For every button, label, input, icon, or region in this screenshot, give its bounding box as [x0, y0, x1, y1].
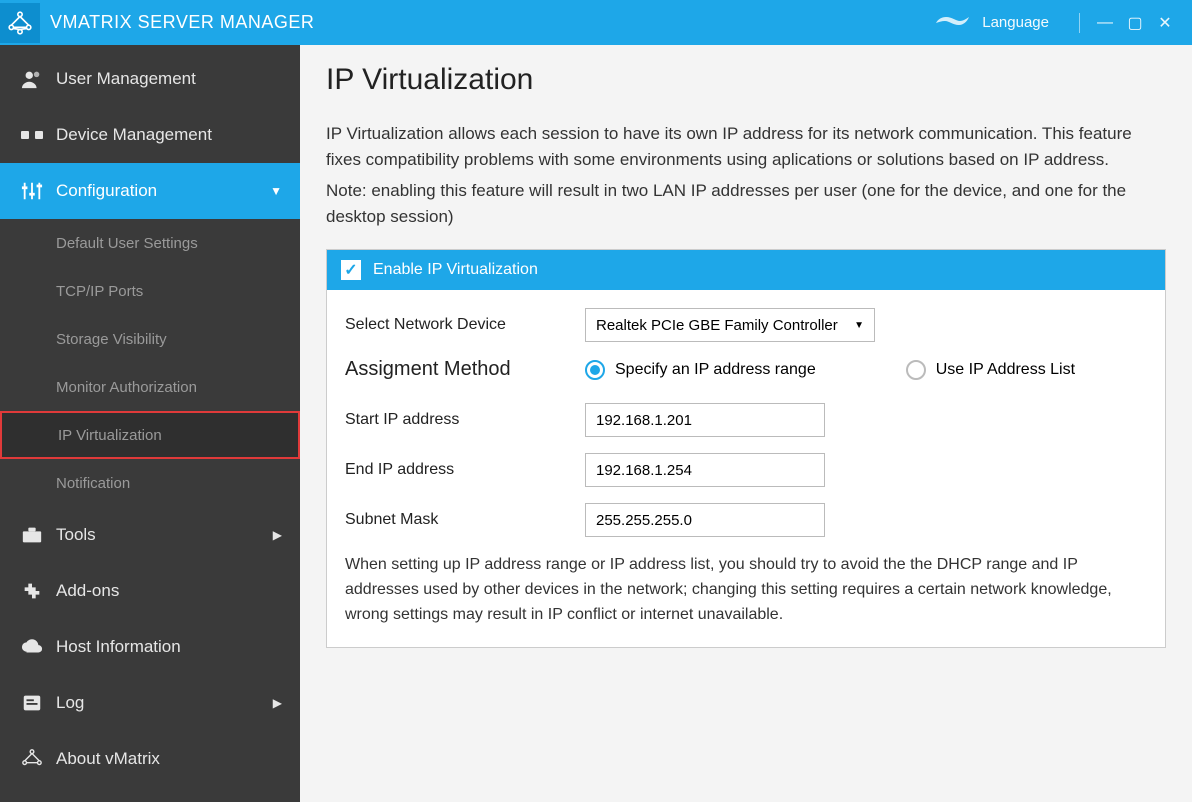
chevron-right-icon: ▶	[273, 696, 282, 710]
sidebar-item-label: Default User Settings	[56, 235, 198, 252]
sidebar-item-about[interactable]: About vMatrix	[0, 731, 300, 787]
device-icon	[18, 128, 46, 142]
end-ip-input[interactable]	[585, 453, 825, 487]
radio-use-list[interactable]: Use IP Address List	[906, 360, 1075, 380]
sliders-icon	[18, 180, 46, 202]
select-device-label: Select Network Device	[345, 316, 585, 334]
sidebar-item-tools[interactable]: Tools ▶	[0, 507, 300, 563]
assignment-method-label: Assigment Method	[345, 358, 585, 381]
puzzle-icon	[18, 580, 46, 602]
user-icon	[18, 68, 46, 90]
cloud-icon	[18, 638, 46, 656]
subnet-mask-input[interactable]	[585, 503, 825, 537]
language-selector[interactable]: Language	[932, 13, 1049, 33]
sidebar-item-log[interactable]: Log ▶	[0, 675, 300, 731]
sidebar-sub-notification[interactable]: Notification	[0, 459, 300, 507]
sidebar-item-label: About vMatrix	[56, 749, 160, 769]
app-logo-icon	[0, 3, 40, 43]
radio-specify-range[interactable]: Specify an IP address range	[585, 360, 816, 380]
sidebar-item-label: Configuration	[56, 181, 157, 201]
briefcase-icon	[18, 524, 46, 546]
end-ip-label: End IP address	[345, 461, 585, 479]
sidebar-item-label: Host Information	[56, 637, 181, 657]
enable-label: Enable IP Virtualization	[373, 261, 538, 279]
start-ip-label: Start IP address	[345, 411, 585, 429]
divider	[1079, 13, 1080, 33]
minimize-button[interactable]: —	[1090, 14, 1120, 32]
sidebar-item-label: User Management	[56, 69, 196, 89]
sidebar-item-label: Monitor Authorization	[56, 379, 197, 396]
radio-icon	[906, 360, 926, 380]
sidebar-sub-monitor-authorization[interactable]: Monitor Authorization	[0, 363, 300, 411]
sidebar-item-label: Tools	[56, 525, 96, 545]
sidebar-item-label: Notification	[56, 475, 130, 492]
enable-checkbox[interactable]: ✓	[341, 260, 361, 280]
language-label: Language	[982, 14, 1049, 31]
subnet-mask-label: Subnet Mask	[345, 511, 585, 529]
close-button[interactable]: ✕	[1150, 13, 1180, 33]
sidebar-item-label: Storage Visibility	[56, 331, 167, 348]
sidebar-item-label: Add-ons	[56, 581, 119, 601]
page-description: IP Virtualization allows each session to…	[326, 121, 1166, 172]
panel-footnote: When setting up IP address range or IP a…	[345, 553, 1147, 627]
sidebar-item-label: IP Virtualization	[58, 427, 162, 444]
app-title: VMATRIX SERVER MANAGER	[50, 12, 932, 33]
sidebar-item-add-ons[interactable]: Add-ons	[0, 563, 300, 619]
log-icon	[18, 692, 46, 714]
start-ip-input[interactable]	[585, 403, 825, 437]
sidebar-item-user-management[interactable]: User Management	[0, 51, 300, 107]
sidebar-sub-ip-virtualization[interactable]: IP Virtualization	[0, 411, 300, 459]
sidebar-item-host-information[interactable]: Host Information	[0, 619, 300, 675]
radio-label: Specify an IP address range	[615, 361, 816, 379]
sidebar: User Management Device Management Config…	[0, 45, 300, 802]
panel-header: ✓ Enable IP Virtualization	[327, 250, 1165, 290]
caret-down-icon: ▼	[854, 320, 864, 331]
maximize-button[interactable]: ▢	[1120, 13, 1150, 33]
sidebar-item-configuration[interactable]: Configuration ▼	[0, 163, 300, 219]
sidebar-item-device-management[interactable]: Device Management	[0, 107, 300, 163]
sidebar-item-label: Device Management	[56, 125, 212, 145]
sidebar-sub-tcp-ip-ports[interactable]: TCP/IP Ports	[0, 267, 300, 315]
radio-icon	[585, 360, 605, 380]
sidebar-item-label: TCP/IP Ports	[56, 283, 143, 300]
chevron-right-icon: ▶	[273, 528, 282, 542]
sidebar-item-label: Log	[56, 693, 84, 713]
network-device-select[interactable]: Realtek PCIe GBE Family Controller ▼	[585, 308, 875, 342]
chevron-down-icon: ▼	[270, 184, 282, 198]
content-area: IP Virtualization IP Virtualization allo…	[300, 45, 1192, 802]
sidebar-sub-storage-visibility[interactable]: Storage Visibility	[0, 315, 300, 363]
select-value: Realtek PCIe GBE Family Controller	[596, 317, 838, 334]
page-note: Note: enabling this feature will result …	[326, 178, 1166, 229]
ip-virtualization-panel: ✓ Enable IP Virtualization Select Networ…	[326, 249, 1166, 648]
about-icon	[18, 748, 46, 770]
sidebar-sub-default-user-settings[interactable]: Default User Settings	[0, 219, 300, 267]
titlebar: VMATRIX SERVER MANAGER Language — ▢ ✕	[0, 0, 1192, 45]
page-title: IP Virtualization	[326, 63, 1166, 97]
radio-label: Use IP Address List	[936, 361, 1075, 379]
